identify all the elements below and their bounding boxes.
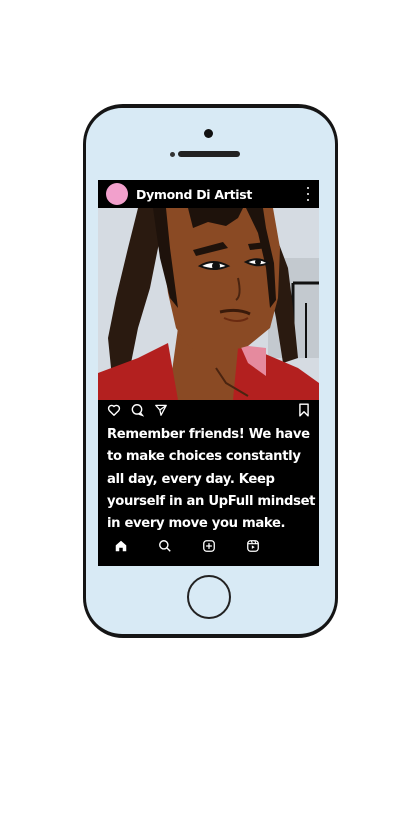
bookmark-icon[interactable] bbox=[298, 403, 310, 417]
post-action-bar bbox=[98, 402, 319, 420]
more-vertical-icon[interactable] bbox=[306, 187, 310, 201]
bottom-nav-bar bbox=[98, 537, 319, 559]
post-image[interactable] bbox=[98, 208, 319, 400]
home-icon[interactable] bbox=[114, 539, 128, 553]
add-post-icon[interactable] bbox=[202, 539, 216, 553]
share-icon[interactable] bbox=[154, 403, 168, 417]
earpiece-speaker bbox=[178, 151, 240, 157]
heart-icon[interactable] bbox=[107, 403, 121, 417]
comment-icon[interactable] bbox=[130, 403, 144, 417]
post-header: Dymond Di Artist bbox=[98, 180, 319, 208]
search-icon[interactable] bbox=[158, 539, 172, 553]
avatar[interactable] bbox=[106, 183, 128, 205]
post-caption: Remember friends! We have to make choice… bbox=[107, 427, 316, 532]
reels-icon[interactable] bbox=[246, 539, 260, 553]
home-button[interactable] bbox=[187, 575, 231, 619]
post-username[interactable]: Dymond Di Artist bbox=[136, 187, 252, 202]
character-illustration bbox=[98, 208, 319, 400]
sensor-icon bbox=[170, 152, 175, 157]
front-camera-icon bbox=[204, 129, 213, 138]
phone-screen: Dymond Di Artist Remember friends! We ha… bbox=[98, 180, 319, 566]
